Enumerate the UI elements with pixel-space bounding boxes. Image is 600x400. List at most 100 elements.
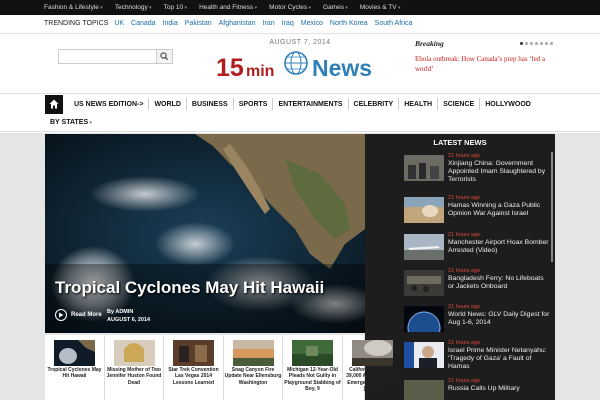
latest-news-title: LATEST NEWS xyxy=(433,138,487,147)
search-button[interactable] xyxy=(157,50,172,63)
story-card[interactable]: California Bald Fire 39,000 Acres: Wildf… xyxy=(342,335,398,400)
hero-image xyxy=(45,134,365,333)
story-caption[interactable]: California Bald Fire 39,000 Acres: Wildf… xyxy=(344,367,401,392)
home-icon xyxy=(49,99,59,109)
search-input[interactable] xyxy=(59,50,157,63)
nav-item-us-news[interactable]: US NEWS EDITION-> xyxy=(69,95,148,114)
news-headline[interactable]: Bangladesh Ferry: No Lifeboats or Jacket… xyxy=(448,275,550,291)
breaking-pager xyxy=(520,42,555,45)
top-menu-bar: Fashion & Lifestyle Technology Top 10 He… xyxy=(0,0,600,15)
news-thumbnail xyxy=(404,234,444,260)
hero-date: AUGUST 6, 2014 xyxy=(107,317,151,323)
main-nav: US NEWS EDITION-> WORLD BUSINESS SPORTS … xyxy=(45,94,536,114)
story-caption[interactable]: Snag Canyon Fire Update Near Ellensburg … xyxy=(225,367,282,386)
story-thumbnail xyxy=(173,340,214,366)
logo-number: 15 xyxy=(216,54,244,82)
search-box xyxy=(58,49,173,64)
latest-news-item[interactable]: 21 hours ago Israel Prime Minister Netan… xyxy=(404,340,549,370)
news-time: 21 hours ago xyxy=(448,232,481,238)
trending-link-afghanistan[interactable]: Afghanistan xyxy=(219,18,256,30)
top-menu-item-fashion[interactable]: Fashion & Lifestyle xyxy=(44,0,103,15)
pager-dot[interactable] xyxy=(520,42,523,45)
pager-dot[interactable] xyxy=(550,42,553,45)
pager-dot[interactable] xyxy=(535,42,538,45)
story-caption[interactable]: Michigan 12-Year-Old Pleads Not Guilty i… xyxy=(284,367,341,392)
story-caption[interactable]: Star Trek Convention Las Vegas 2014 Less… xyxy=(165,367,222,386)
news-headline[interactable]: World News: GLV Daily Digest for Aug 1-6… xyxy=(448,311,550,327)
globe-icon xyxy=(284,51,308,75)
news-headline[interactable]: Russia Calls Up Military xyxy=(448,385,550,393)
story-thumbnail xyxy=(351,340,393,366)
latest-news-item[interactable]: 21 hours ago Manchester Airport Hoax Bom… xyxy=(404,232,549,262)
trending-link-mexico[interactable]: Mexico xyxy=(301,18,323,30)
news-time: 21 hours ago xyxy=(448,153,481,159)
top-menu-item-technology[interactable]: Technology xyxy=(115,0,152,15)
nav-item-health[interactable]: HEALTH xyxy=(399,95,437,114)
nav-item-world[interactable]: WORLD xyxy=(149,95,185,114)
news-headline[interactable]: Israel Prime Minister Netanyahu: ‘Traged… xyxy=(448,347,550,371)
nav-item-business[interactable]: BUSINESS xyxy=(187,95,233,114)
news-time: 21 hours ago xyxy=(448,378,481,384)
read-more-button[interactable]: Read More xyxy=(55,309,102,321)
logo-min: min xyxy=(246,63,274,80)
latest-news-scrollbar[interactable] xyxy=(551,152,553,262)
latest-news-item[interactable]: 21 hours ago Russia Calls Up Military xyxy=(404,378,549,400)
nav-item-sports[interactable]: SPORTS xyxy=(234,95,273,114)
hero-author[interactable]: By ADMIN xyxy=(107,308,150,316)
trending-label: TRENDING TOPICS xyxy=(44,20,109,27)
hero-title[interactable]: Tropical Cyclones May Hit Hawaii xyxy=(55,278,324,298)
nav-item-by-states[interactable]: BY STATES xyxy=(45,119,97,126)
top-menu-item-games[interactable]: Games xyxy=(323,0,348,15)
latest-news-item[interactable]: 21 hours ago Xinjiang China: Government … xyxy=(404,153,549,183)
news-headline[interactable]: Manchester Airport Hoax Bomber Arrested … xyxy=(448,239,550,255)
pager-dot[interactable] xyxy=(540,42,543,45)
top-menu-item-health[interactable]: Health and Fitness xyxy=(199,0,257,15)
news-thumbnail xyxy=(404,270,444,296)
trending-link-india[interactable]: India xyxy=(163,18,178,30)
trending-link-south-africa[interactable]: South Africa xyxy=(375,18,413,30)
breaking-headline[interactable]: Ebola outbreak: How Canada’s prep has ‘l… xyxy=(415,54,555,74)
pager-dot[interactable] xyxy=(530,42,533,45)
trending-link-pakistan[interactable]: Pakistan xyxy=(185,18,212,30)
pager-dot[interactable] xyxy=(525,42,528,45)
site-logo[interactable]: 15 min News xyxy=(216,48,381,82)
trending-link-canada[interactable]: Canada xyxy=(131,18,156,30)
top-menu-item-movies[interactable]: Movies & TV xyxy=(360,0,401,15)
latest-news-item[interactable]: 21 hours ago Hamas Winning a Gaza Public… xyxy=(404,195,549,225)
latest-news-item[interactable]: 21 hours ago World News: GLV Daily Diges… xyxy=(404,304,549,334)
nav-item-celebrity[interactable]: CELEBRITY xyxy=(349,95,399,114)
story-card[interactable]: Michigan 12-Year-Old Pleads Not Guilty i… xyxy=(283,335,343,400)
story-card[interactable]: Snag Canyon Fire Update Near Ellensburg … xyxy=(223,335,283,400)
logo-news: News xyxy=(312,55,372,81)
news-time: 21 hours ago xyxy=(448,268,481,274)
latest-news-panel: LATEST NEWS 21 hours ago Xinjiang China:… xyxy=(365,134,555,400)
news-time: 21 hours ago xyxy=(448,340,481,346)
top-menu-item-top10[interactable]: Top 10 xyxy=(164,0,187,15)
story-strip: Tropical Cyclones May Hit Hawaii Missing… xyxy=(45,335,398,400)
story-card[interactable]: Missing Mother of Two Jennifer Huston Fo… xyxy=(104,335,164,400)
story-card[interactable]: Tropical Cyclones May Hit Hawaii xyxy=(45,335,105,400)
header-divider xyxy=(0,33,600,34)
news-thumbnail xyxy=(404,380,444,400)
pager-dot[interactable] xyxy=(545,42,548,45)
news-headline[interactable]: Hamas Winning a Gaza Public Opinion War … xyxy=(448,202,550,218)
story-caption[interactable]: Tropical Cyclones May Hit Hawaii xyxy=(46,367,103,380)
trending-link-uk[interactable]: UK xyxy=(114,18,124,30)
nav-item-entertainments[interactable]: ENTERTAINMENTS xyxy=(273,95,347,114)
story-thumbnail xyxy=(232,340,274,366)
story-card[interactable]: Star Trek Convention Las Vegas 2014 Less… xyxy=(164,335,224,400)
hero-slide[interactable]: Tropical Cyclones May Hit Hawaii Read Mo… xyxy=(45,134,365,333)
trending-link-iraq[interactable]: Iraq xyxy=(282,18,294,30)
nav-item-science[interactable]: SCIENCE xyxy=(438,95,479,114)
search-icon xyxy=(160,52,169,61)
home-button[interactable] xyxy=(45,94,63,114)
story-thumbnail xyxy=(113,340,155,366)
story-caption[interactable]: Missing Mother of Two Jennifer Huston Fo… xyxy=(106,367,163,386)
news-headline[interactable]: Xinjiang China: Government Appointed Ima… xyxy=(448,160,550,184)
trending-link-north-korea[interactable]: North Korea xyxy=(330,18,368,30)
top-menu-item-motorcycles[interactable]: Motor Cycles xyxy=(269,0,311,15)
news-thumbnail xyxy=(404,197,444,223)
nav-item-hollywood[interactable]: HOLLYWOOD xyxy=(480,95,536,114)
latest-news-item[interactable]: 21 hours ago Bangladesh Ferry: No Lifebo… xyxy=(404,268,549,298)
trending-link-iran[interactable]: Iran xyxy=(263,18,275,30)
